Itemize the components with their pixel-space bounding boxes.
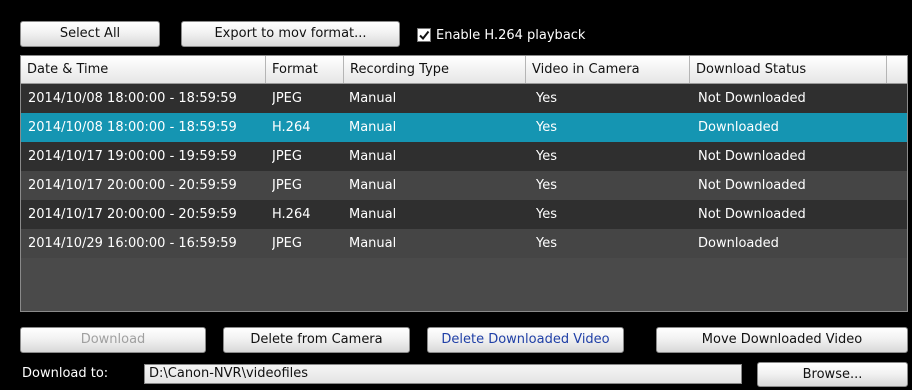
select-all-button[interactable]: Select All [20, 21, 160, 47]
cell-video-in-camera: Yes [536, 236, 557, 251]
cell-format: H.264 [272, 120, 311, 135]
cell-datetime: 2014/10/17 19:00:00 - 19:59:59 [28, 149, 237, 164]
table-row[interactable]: 2014/10/17 20:00:00 - 20:59:59 JPEG Manu… [21, 171, 907, 200]
table-row[interactable]: 2014/10/17 19:00:00 - 19:59:59 JPEG Manu… [21, 142, 907, 171]
cell-format: JPEG [272, 178, 302, 193]
column-header-video-in-camera[interactable]: Video in Camera [526, 56, 690, 83]
delete-from-camera-button[interactable]: Delete from Camera [223, 327, 410, 353]
cell-datetime: 2014/10/08 18:00:00 - 18:59:59 [28, 91, 237, 106]
cell-datetime: 2014/10/17 20:00:00 - 20:59:59 [28, 178, 237, 193]
table-body: 2014/10/08 18:00:00 - 18:59:59 JPEG Manu… [21, 84, 907, 258]
cell-datetime: 2014/10/29 16:00:00 - 16:59:59 [28, 236, 237, 251]
cell-video-in-camera: Yes [536, 149, 557, 164]
download-button[interactable]: Download [20, 327, 206, 353]
table-row[interactable]: 2014/10/08 18:00:00 - 18:59:59 JPEG Manu… [21, 84, 907, 113]
column-header-download-status[interactable]: Download Status [690, 56, 887, 83]
move-downloaded-video-button[interactable]: Move Downloaded Video [656, 327, 908, 353]
cell-download-status: Not Downloaded [698, 149, 806, 164]
cell-datetime: 2014/10/08 18:00:00 - 18:59:59 [28, 120, 237, 135]
table-row[interactable]: 2014/10/17 20:00:00 - 20:59:59 H.264 Man… [21, 200, 907, 229]
enable-h264-checkbox[interactable] [417, 28, 431, 42]
delete-downloaded-video-button[interactable]: Delete Downloaded Video [427, 327, 624, 353]
recordings-table: Date & Time Format Recording Type Video … [20, 55, 908, 312]
cell-recording-type: Manual [349, 178, 397, 193]
cell-recording-type: Manual [349, 149, 397, 164]
export-mov-button[interactable]: Export to mov format... [181, 21, 400, 47]
cell-video-in-camera: Yes [536, 178, 557, 193]
cell-format: JPEG [272, 236, 302, 251]
cell-video-in-camera: Yes [536, 207, 557, 222]
table-row-selected[interactable]: 2014/10/08 18:00:00 - 18:59:59 H.264 Man… [21, 113, 907, 142]
cell-download-status: Downloaded [698, 236, 779, 251]
cell-format: H.264 [272, 207, 311, 222]
column-header-filler [887, 56, 907, 83]
checkmark-icon [419, 30, 430, 41]
cell-recording-type: Manual [349, 236, 397, 251]
cell-format: JPEG [272, 149, 302, 164]
cell-video-in-camera: Yes [536, 120, 557, 135]
cell-download-status: Downloaded [698, 120, 779, 135]
column-header-recording-type[interactable]: Recording Type [344, 56, 526, 83]
cell-download-status: Not Downloaded [698, 91, 806, 106]
cell-format: JPEG [272, 91, 302, 106]
enable-h264-checkbox-row[interactable]: Enable H.264 playback [417, 25, 585, 45]
column-header-format[interactable]: Format [266, 56, 344, 83]
table-row[interactable]: 2014/10/29 16:00:00 - 16:59:59 JPEG Manu… [21, 229, 907, 258]
cell-recording-type: Manual [349, 207, 397, 222]
cell-recording-type: Manual [349, 120, 397, 135]
cell-download-status: Not Downloaded [698, 207, 806, 222]
cell-video-in-camera: Yes [536, 91, 557, 106]
table-header: Date & Time Format Recording Type Video … [21, 56, 907, 84]
enable-h264-label: Enable H.264 playback [436, 27, 586, 43]
cell-datetime: 2014/10/17 20:00:00 - 20:59:59 [28, 207, 237, 222]
cell-download-status: Not Downloaded [698, 178, 806, 193]
browse-button[interactable]: Browse... [757, 362, 908, 387]
download-path-field[interactable]: D:\Canon-NVR\videofiles [144, 364, 742, 384]
column-header-date-time[interactable]: Date & Time [21, 56, 266, 83]
download-to-label: Download to: [22, 366, 109, 381]
cell-recording-type: Manual [349, 91, 397, 106]
